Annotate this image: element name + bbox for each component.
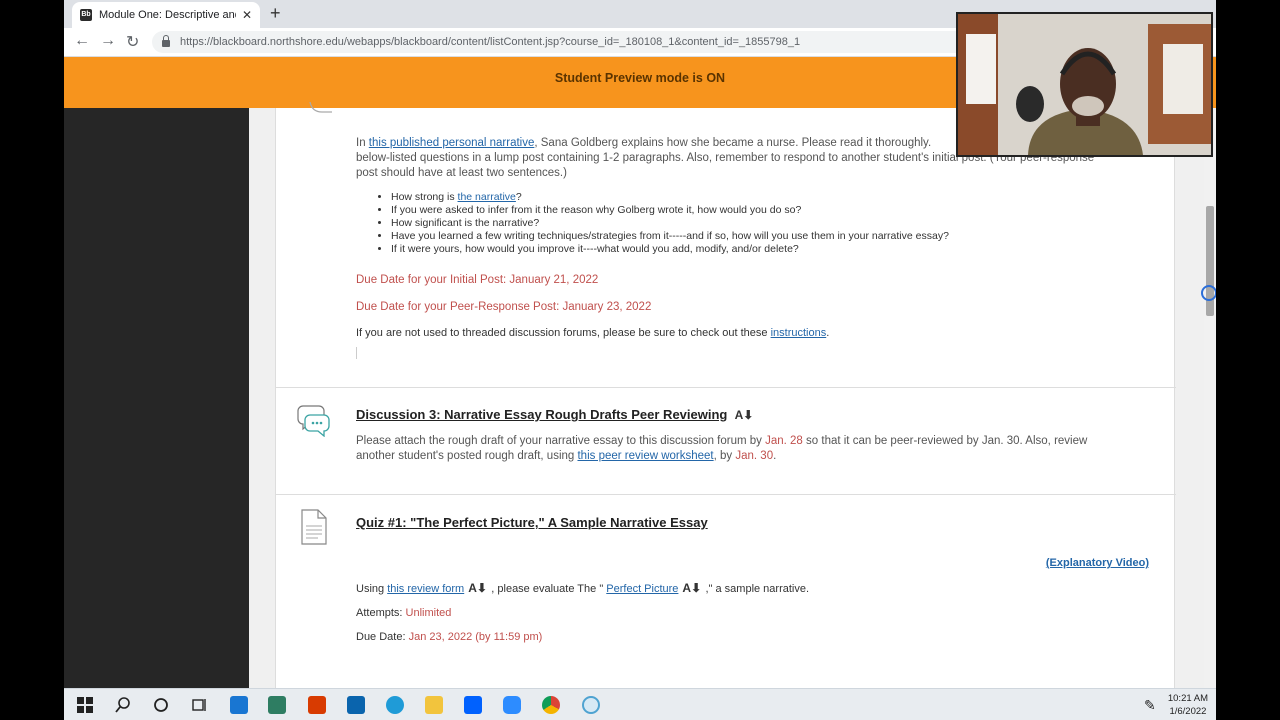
discussion-3-heading: Discussion 3: Narrative Essay Rough Draf… xyxy=(356,407,1156,424)
explanatory-video-link[interactable]: (Explanatory Video) xyxy=(1046,557,1149,569)
adaptive-release-icon[interactable]: A⬇ xyxy=(468,581,488,596)
desc-text: Please attach the rough draft of your na… xyxy=(356,435,766,447)
list-item: If it were yours, how would you improve … xyxy=(391,243,1156,256)
left-letterbox xyxy=(0,0,64,688)
store-icon[interactable] xyxy=(268,696,286,714)
forward-icon[interactable]: → xyxy=(100,32,116,50)
quiz-text: ," a sample narrative. xyxy=(702,583,810,595)
due-value: Jan 23, 2022 (by 11:59 pm) xyxy=(408,631,543,643)
desc-text: so that it can be peer-reviewed by Jan. … xyxy=(802,435,1088,447)
new-tab-icon[interactable]: + xyxy=(270,3,281,24)
cortana-icon[interactable] xyxy=(152,696,170,714)
edge-icon[interactable] xyxy=(386,696,404,714)
system-clock[interactable]: 10:21 AM 1/6/2022 xyxy=(1168,692,1208,718)
discussion-3-title-link[interactable]: Discussion 3: Narrative Essay Rough Draf… xyxy=(356,407,727,422)
para-text: post should have at least two sentences.… xyxy=(356,167,567,179)
review-form-link[interactable]: this review form xyxy=(387,583,464,595)
file-explorer-icon[interactable] xyxy=(425,696,443,714)
app-icon[interactable] xyxy=(230,696,248,714)
webcam-presenter-image xyxy=(958,14,1211,155)
attempts-label: Attempts: xyxy=(356,607,406,619)
clock-time: 10:21 AM xyxy=(1167,693,1208,704)
quiz-text: , please evaluate The " xyxy=(488,583,607,595)
quiz-instructions: Using this review form A⬇ , please evalua… xyxy=(356,581,1156,597)
threaded-text: If you are not used to threaded discussi… xyxy=(356,327,771,339)
discussion-forum-icon xyxy=(297,405,330,437)
quiz-1-title-link[interactable]: Quiz #1: "The Perfect Picture," A Sample… xyxy=(356,515,708,530)
recorder-icon[interactable] xyxy=(582,696,600,714)
question-text: ? xyxy=(515,191,522,203)
office-icon[interactable] xyxy=(308,696,326,714)
quiz-1-body: Quiz #1: "The Perfect Picture," A Sample… xyxy=(356,515,1156,645)
address-bar[interactable]: https://blackboard.northshore.edu/webapp… xyxy=(152,31,1052,53)
reload-icon[interactable]: ↻ xyxy=(126,32,139,52)
page-scrollbar[interactable] xyxy=(1204,108,1216,688)
explanatory-video-row: (Explanatory Video) xyxy=(356,556,1149,571)
instructions-link[interactable]: instructions xyxy=(771,327,827,339)
desc-text: another student's posted rough draft, us… xyxy=(356,450,578,462)
url-text: https://blackboard.northshore.edu/webapp… xyxy=(180,36,801,48)
perfect-picture-link[interactable]: Perfect Picture xyxy=(606,583,678,595)
quiz-due-row: Due Date: Jan 23, 2022 (by 11:59 pm) xyxy=(356,630,1156,645)
date-text: Jan. 30 xyxy=(735,450,774,462)
content-item-quiz-1: Quiz #1: "The Perfect Picture," A Sample… xyxy=(276,495,1176,688)
windows-start-icon[interactable] xyxy=(76,696,94,714)
lock-icon xyxy=(162,34,170,47)
question-text: How strong is xyxy=(391,191,458,203)
due-label: Due Date: xyxy=(356,631,409,643)
list-item: Have you learned a few writing technique… xyxy=(391,230,1156,243)
date-text: Jan. 28 xyxy=(765,435,803,447)
document-icon xyxy=(301,509,327,545)
peer-review-worksheet-link[interactable]: this peer review worksheet xyxy=(577,450,713,462)
attempts-value: Unlimited xyxy=(405,607,452,619)
attempts-row: Attempts: Unlimited xyxy=(356,606,1156,621)
content-list: In this published personal narrative, Sa… xyxy=(275,102,1176,688)
tab-title: Module One: Descriptive and Na xyxy=(99,9,236,21)
blackboard-favicon-icon: Bb xyxy=(80,9,92,21)
windows-taskbar: ✎ 10:21 AM 1/6/2022 xyxy=(64,688,1216,720)
due-peer-response: Due Date for your Peer-Response Post: Ja… xyxy=(356,301,652,313)
list-item: How significant is the narrative? xyxy=(391,217,1156,230)
back-icon[interactable]: ← xyxy=(74,32,90,50)
zoom-icon[interactable] xyxy=(503,696,521,714)
list-item: How strong is the narrative? xyxy=(391,191,1156,204)
task-view-icon[interactable] xyxy=(190,696,208,714)
question-list: How strong is the narrative? If you were… xyxy=(391,191,1156,256)
list-item: If you were asked to infer from it the r… xyxy=(391,204,1156,217)
mail-icon[interactable] xyxy=(347,696,365,714)
para-text: , Sana Goldberg explains how she became … xyxy=(534,137,932,149)
pen-icon[interactable]: ✎ xyxy=(1144,697,1156,714)
the-narrative-link[interactable]: the narrative xyxy=(458,191,516,203)
discussion-3-body: Discussion 3: Narrative Essay Rough Draf… xyxy=(356,407,1156,464)
desc-text: , by xyxy=(713,450,736,462)
cursor-highlight-icon xyxy=(1201,285,1216,301)
dropbox-icon[interactable] xyxy=(464,696,482,714)
discussion-icon xyxy=(309,102,332,113)
content-item-discussion-3: Discussion 3: Narrative Essay Rough Draf… xyxy=(276,388,1176,494)
threaded-text: . xyxy=(826,327,830,339)
webcam-overlay xyxy=(956,12,1213,157)
para-text: In xyxy=(356,137,369,149)
quiz-text: Using xyxy=(356,583,388,595)
clock-date: 1/6/2022 xyxy=(1169,706,1207,717)
due-initial-post: Due Date for your Initial Post: January … xyxy=(356,274,599,286)
discussion-2-body: In this published personal narrative, Sa… xyxy=(356,136,1156,359)
threaded-instructions-text: If you are not used to threaded discussi… xyxy=(356,326,1156,341)
right-letterbox xyxy=(1216,0,1280,688)
course-menu-sidebar xyxy=(64,108,249,688)
search-icon[interactable] xyxy=(114,696,132,714)
browser-tab[interactable]: Bb Module One: Descriptive and Na ✕ xyxy=(72,2,260,28)
text-caret xyxy=(356,347,357,359)
desc-text: . xyxy=(773,450,777,462)
adaptive-release-icon[interactable]: A⬇ xyxy=(735,408,755,423)
adaptive-release-icon[interactable]: A⬇ xyxy=(682,581,702,596)
discussion-3-description: Please attach the rough draft of your na… xyxy=(356,434,1156,464)
published-narrative-link[interactable]: this published personal narrative xyxy=(369,137,535,149)
close-tab-icon[interactable]: ✕ xyxy=(242,8,252,22)
banner-text: Student Preview mode is ON xyxy=(554,71,726,85)
chrome-icon[interactable] xyxy=(542,696,560,714)
